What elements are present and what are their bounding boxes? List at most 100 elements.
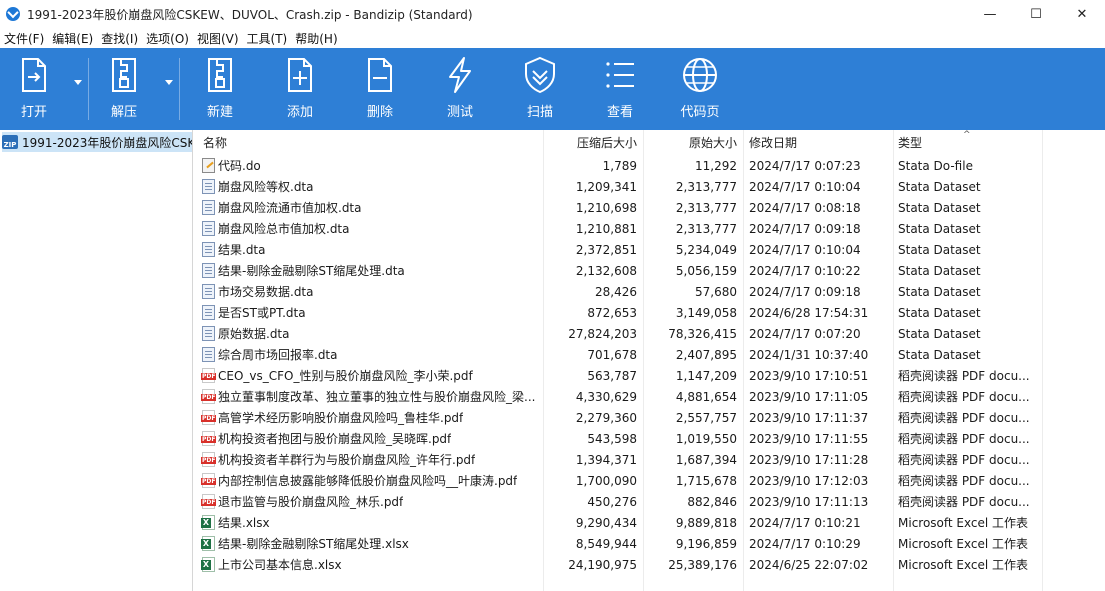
cell-modified-date: 2024/7/17 0:08:18 [749,200,861,215]
file-name: 高管学术经历影响股价崩盘风险吗_鲁桂华.pdf [218,411,464,425]
file-name: 内部控制信息披露能够降低股价崩盘风险吗__叶康涛.pdf [218,474,518,488]
file-name: 退市监管与股价崩盘风险_林乐.pdf [218,495,404,509]
table-row[interactable]: 崩盘风险总市值加权.dta 1,210,881 2,313,777 2024/7/17… [197,218,1105,239]
menu-file[interactable]: 文件(F) [4,30,51,47]
cell-compressed-size: 28,426 [595,284,637,299]
table-row[interactable]: 内部控制信息披露能够降低股价崩盘风险吗__叶康涛.pdf 1,700,090 1,7… [197,470,1105,491]
file-name: 机构投资者羊群行为与股价崩盘风险_许年行.pdf [218,453,476,467]
cell-type: Stata Dataset [898,179,981,194]
scan-label: 扫描 [526,105,553,120]
open-dropdown[interactable] [68,48,88,130]
file-name: 结果-剔除金融剔除ST缩尾处理.dta [218,264,405,278]
menu-edit[interactable]: 编辑(E) [52,30,100,47]
view-button[interactable]: 查看 [580,48,660,130]
cell-modified-date: 2024/7/17 0:09:18 [749,284,861,299]
do-file-icon [202,158,215,173]
menu-view[interactable]: 视图(V) [197,30,246,47]
test-label: 测试 [446,105,473,120]
pdf-file-icon [201,473,217,488]
table-row[interactable]: 机构投资者抱团与股价崩盘风险_吴晓晖.pdf 543,598 1,019,550 20… [197,428,1105,449]
close-button[interactable]: ✕ [1059,0,1105,28]
cell-original-size: 5,056,159 [675,263,737,278]
lightning-icon [449,57,471,93]
file-name: 是否ST或PT.dta [218,306,306,320]
column-header-modified-date[interactable]: 修改日期 [743,130,893,154]
file-name: 原始数据.dta [218,327,290,341]
cell-compressed-size: 4,330,629 [575,389,637,404]
file-name: 上市公司基本信息.xlsx [218,558,342,572]
cell-name: 综合周市场回报率.dta [197,346,543,363]
dta-file-icon [202,221,215,236]
maximize-button[interactable]: ☐ [1013,0,1059,28]
new-button[interactable]: 新建 [180,48,260,130]
window-controls: — ☐ ✕ [967,0,1105,28]
delete-label: 删除 [366,105,393,120]
table-row[interactable]: 结果-剔除金融剔除ST缩尾处理.dta 2,132,608 5,056,159 202… [197,260,1105,281]
cell-compressed-size: 1,210,698 [575,200,637,215]
table-row[interactable]: 退市监管与股价崩盘风险_林乐.pdf 450,276 882,846 2023/9/1… [197,491,1105,512]
table-row[interactable]: 综合周市场回报率.dta 701,678 2,407,895 2024/1/31 10… [197,344,1105,365]
cell-modified-date: 2023/9/10 17:12:03 [749,473,869,488]
table-row[interactable]: 崩盘风险等权.dta 1,209,341 2,313,777 2024/7/17 0:… [197,176,1105,197]
file-name: 结果-剔除金融剔除ST缩尾处理.xlsx [218,537,409,551]
file-name: 机构投资者抱团与股价崩盘风险_吴晓晖.pdf [218,432,452,446]
table-row[interactable]: 机构投资者羊群行为与股价崩盘风险_许年行.pdf 1,394,371 1,687,3… [197,449,1105,470]
table-row[interactable]: 原始数据.dta 27,824,203 78,326,415 2024/7/17 0:… [197,323,1105,344]
table-row[interactable]: 结果.dta 2,372,851 5,234,049 2024/7/17 0:10:0… [197,239,1105,260]
menu-find[interactable]: 查找(I) [101,30,145,47]
cell-modified-date: 2024/6/25 22:07:02 [749,557,869,572]
table-row[interactable]: 上市公司基本信息.xlsx 24,190,975 25,389,176 2024/6/… [197,554,1105,575]
table-row[interactable]: 高管学术经历影响股价崩盘风险吗_鲁桂华.pdf 2,279,360 2,557,75… [197,407,1105,428]
cell-compressed-size: 1,210,881 [575,221,637,236]
title-bar: 1991-2023年股价崩盘风险CSKEW、DUVOL、Crash.zip - … [0,0,1105,28]
table-row[interactable]: 是否ST或PT.dta 872,653 3,149,058 2024/6/28 17:… [197,302,1105,323]
cell-modified-date: 2024/1/31 10:37:40 [749,347,869,362]
cell-type: 稻壳阅读器 PDF docu... [898,495,1030,509]
tree-item-archive-root[interactable]: ZIP 1991-2023年股价崩盘风险CSK [2,132,192,152]
cell-original-size: 3,149,058 [675,305,737,320]
cell-original-size: 2,313,777 [675,221,737,236]
dta-file-icon [202,179,215,194]
cell-modified-date: 2024/7/17 0:10:04 [749,242,861,257]
table-row[interactable]: 崩盘风险流通市值加权.dta 1,210,698 2,313,777 2024/7/1… [197,197,1105,218]
pdf-file-icon [201,389,217,404]
cell-original-size: 1,147,209 [675,368,737,383]
cell-compressed-size: 872,653 [587,305,637,320]
test-button[interactable]: 测试 [420,48,500,130]
codepage-button[interactable]: 代码页 [660,48,740,130]
table-row[interactable]: 代码.do 1,789 11,292 2024/7/17 0:07:23 Stata D… [197,155,1105,176]
cell-compressed-size: 543,598 [587,431,637,446]
column-header-compressed-size[interactable]: 压缩后大小 [543,130,643,154]
file-name: 崩盘风险流通市值加权.dta [218,201,362,215]
dta-file-icon [202,305,215,320]
menu-tools[interactable]: 工具(T) [247,30,295,47]
add-button[interactable]: 添加 [260,48,340,130]
delete-button[interactable]: 删除 [340,48,420,130]
column-header-name[interactable]: 名称 [197,130,543,154]
open-button[interactable]: 打开 [0,48,68,130]
table-row[interactable]: CEO_vs_CFO_性别与股价崩盘风险_李小荣.pdf 563,787 1,147… [197,365,1105,386]
scan-button[interactable]: 扫描 [500,48,580,130]
table-row[interactable]: 结果.xlsx 9,290,434 9,889,818 2024/7/17 0:10:… [197,512,1105,533]
extract-dropdown[interactable] [159,48,179,130]
open-label: 打开 [20,105,47,120]
extract-button[interactable]: 解压 [89,48,159,130]
table-row[interactable]: 独立董事制度改革、独立董事的独立性与股价崩盘风险_梁... 4,330,629 4,… [197,386,1105,407]
cell-name: 上市公司基本信息.xlsx [197,556,543,573]
cell-name: 机构投资者羊群行为与股价崩盘风险_许年行.pdf [197,451,543,468]
column-header-original-size[interactable]: 原始大小 [643,130,743,154]
file-name: 结果.xlsx [218,516,270,530]
cell-type: 稻壳阅读器 PDF docu... [898,453,1030,467]
pdf-file-icon [201,431,217,446]
menu-options[interactable]: 选项(O) [146,30,196,47]
minimize-button[interactable]: — [967,0,1013,28]
cell-modified-date: 2023/9/10 17:10:51 [749,368,869,383]
cell-original-size: 2,557,757 [675,410,737,425]
table-row[interactable]: 市场交易数据.dta 28,426 57,680 2024/7/17 0:09:18 S… [197,281,1105,302]
new-archive-icon [208,58,232,92]
dta-file-icon [202,242,215,257]
cell-original-size: 57,680 [695,284,737,299]
table-row[interactable]: 结果-剔除金融剔除ST缩尾处理.xlsx 8,549,944 9,196,859 20… [197,533,1105,554]
cell-type: 稻壳阅读器 PDF docu... [898,474,1030,488]
menu-help[interactable]: 帮助(H) [295,30,344,47]
